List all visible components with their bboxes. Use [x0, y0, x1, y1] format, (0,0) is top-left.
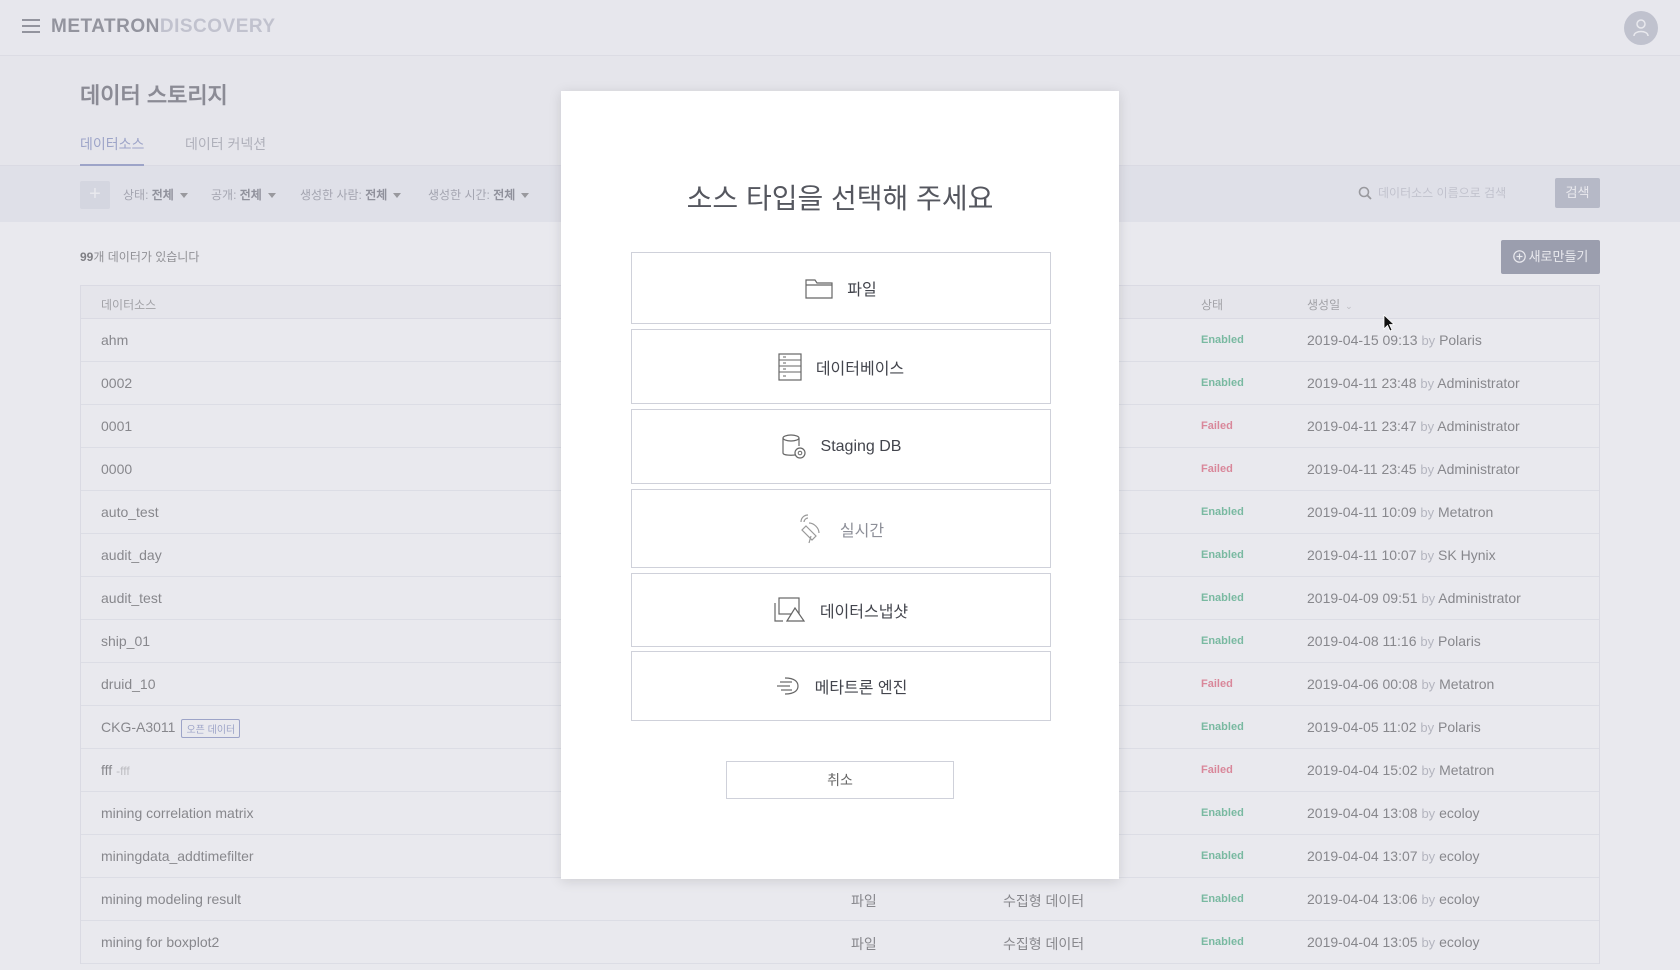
option-label: 데이터베이스: [815, 360, 905, 378]
cancel-button[interactable]: 취소: [726, 761, 954, 799]
mouse-cursor-icon: [1383, 314, 1395, 332]
engine-icon: [775, 675, 801, 697]
option-file[interactable]: 파일: [631, 252, 1051, 324]
option-label: 파일: [847, 282, 877, 299]
option-label: 데이터스냅샷: [819, 604, 909, 621]
option-metatron-engine[interactable]: 메타트론 엔진: [631, 651, 1051, 721]
option-label: 실시간: [839, 522, 885, 540]
option-data-snapshot[interactable]: 데이터스냅샷: [631, 573, 1051, 647]
satellite-icon: [798, 513, 826, 544]
folder-icon: [805, 277, 833, 299]
source-type-modal: 소스 타입을 선택해 주세요 파일 데이터베이스 Staging DB 실시간 …: [561, 91, 1119, 879]
modal-title: 소스 타입을 선택해 주세요: [686, 183, 994, 214]
option-label: 메타트론 엔진: [814, 680, 908, 697]
option-database[interactable]: 데이터베이스: [631, 329, 1051, 404]
option-label: Staging DB: [820, 437, 902, 455]
staging-db-icon: [781, 433, 807, 461]
option-staging-db[interactable]: Staging DB: [631, 409, 1051, 484]
snapshot-icon: [774, 597, 806, 623]
database-icon: [778, 352, 802, 381]
option-realtime[interactable]: 실시간: [631, 489, 1051, 568]
